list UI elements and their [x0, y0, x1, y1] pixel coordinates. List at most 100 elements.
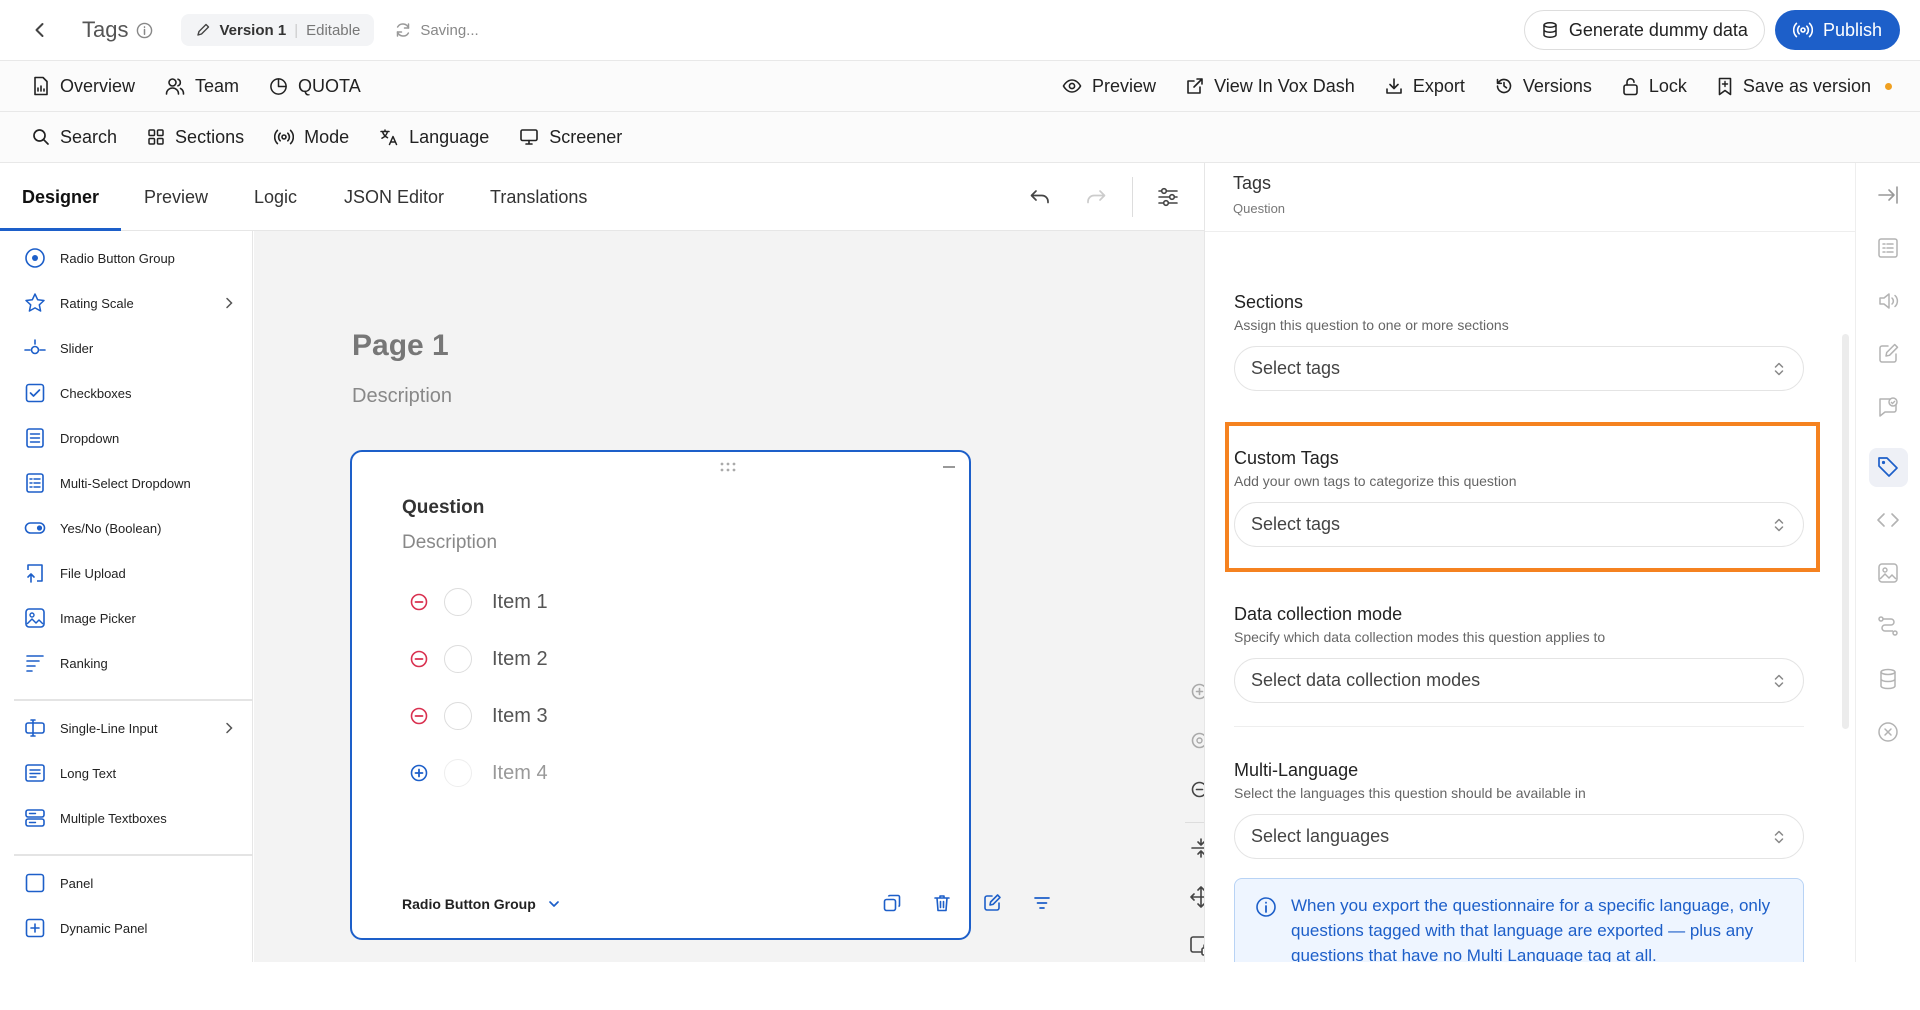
nav-quota[interactable]: QUOTA	[269, 76, 361, 97]
edit-note-icon[interactable]	[1876, 342, 1900, 366]
code-icon[interactable]	[1876, 508, 1900, 532]
question-description[interactable]: Description	[402, 532, 497, 554]
branch-icon[interactable]	[1876, 614, 1900, 638]
collapse-panel-icon[interactable]	[1876, 183, 1900, 207]
remove-item-icon[interactable]	[410, 707, 428, 725]
settings-sliders-icon[interactable]	[1156, 185, 1180, 209]
nav-overview-label: Overview	[60, 75, 136, 96]
toolbox-item-label: Long Text	[60, 765, 117, 781]
nav-quota-label: QUOTA	[298, 75, 361, 96]
tool-screener[interactable]: Screener	[519, 127, 622, 148]
text-cursor-icon	[24, 717, 46, 739]
page-description[interactable]: Description	[352, 385, 452, 408]
redo-icon[interactable]	[1084, 185, 1108, 209]
multi-language-select[interactable]: Select languages	[1234, 814, 1804, 859]
nav-save-as-version[interactable]: Save as version	[1717, 76, 1892, 97]
nav-export[interactable]: Export	[1385, 76, 1465, 97]
toolbox-item-single-line-input[interactable]: Single-Line Input	[24, 716, 234, 740]
choice-label[interactable]: Item 3	[492, 705, 548, 728]
collapse-icon[interactable]	[943, 466, 955, 468]
custom-tags-subtitle: Add your own tags to categorize this que…	[1234, 473, 1517, 489]
duplicate-icon[interactable]	[882, 893, 902, 913]
tool-language[interactable]: Language	[379, 127, 489, 148]
choice-label[interactable]: Item 1	[492, 591, 548, 614]
star-icon	[24, 292, 46, 314]
choice-label[interactable]: Item 2	[492, 648, 548, 671]
toolbox-item-multiple-textboxes[interactable]: Multiple Textboxes	[24, 806, 234, 830]
custom-tags-select[interactable]: Select tags	[1234, 502, 1804, 547]
tool-language-label: Language	[409, 126, 490, 147]
main-area: Designer Preview Logic JSON Editor Trans…	[0, 163, 1920, 983]
toolbox-item-dropdown[interactable]: Dropdown	[24, 426, 234, 450]
tab-preview[interactable]: Preview	[144, 163, 208, 231]
question-card[interactable]: Question Description Item 1 Item 2 Item …	[350, 450, 1050, 940]
custom-tags-placeholder: Select tags	[1251, 514, 1341, 534]
chevron-right-icon[interactable]	[224, 297, 234, 309]
toolbox-item-file-upload[interactable]: File Upload	[24, 561, 234, 585]
generate-dummy-data-button[interactable]: Generate dummy data	[1523, 10, 1765, 50]
add-choice-label[interactable]: Item 4	[492, 762, 548, 785]
nav-lock[interactable]: Lock	[1622, 76, 1687, 97]
toolbox-item-label: File Upload	[60, 565, 126, 581]
edit-icon[interactable]	[982, 893, 1002, 913]
radio-circle[interactable]	[444, 645, 472, 673]
toolbox-item-label: Checkboxes	[60, 385, 132, 401]
publish-button[interactable]: Publish	[1774, 10, 1900, 50]
data-collection-subtitle: Specify which data collection modes this…	[1234, 629, 1606, 645]
tab-json-editor[interactable]: JSON Editor	[344, 163, 444, 231]
undo-icon[interactable]	[1028, 185, 1052, 209]
remove-item-icon[interactable]	[410, 650, 428, 668]
radio-circle[interactable]	[444, 702, 472, 730]
toolbox-item-long-text[interactable]: Long Text	[24, 761, 234, 785]
tool-mode-label: Mode	[304, 126, 350, 147]
toolbox-item-checkboxes[interactable]: Checkboxes	[24, 381, 234, 405]
question-title[interactable]: Question	[402, 497, 484, 519]
tag-icon[interactable]	[1876, 455, 1900, 479]
version-pill[interactable]: Version 1 | Editable	[181, 14, 375, 46]
tab-designer[interactable]: Designer	[22, 163, 99, 231]
long-text-icon	[24, 762, 46, 784]
page-title[interactable]: Page 1	[352, 329, 449, 363]
nav-versions[interactable]: Versions	[1495, 76, 1592, 97]
chevron-right-icon[interactable]	[224, 722, 234, 734]
back-arrow-icon[interactable]	[22, 12, 58, 48]
image-settings-icon[interactable]	[1876, 561, 1900, 585]
toolbox-item-multi-select-dropdown[interactable]: Multi-Select Dropdown	[24, 471, 234, 495]
filter-icon[interactable]	[1032, 893, 1052, 913]
nav-view-in-vox-dash[interactable]: View In Vox Dash	[1186, 76, 1355, 97]
nav-preview[interactable]: Preview	[1062, 76, 1156, 97]
remove-item-icon[interactable]	[410, 593, 428, 611]
tab-logic[interactable]: Logic	[254, 163, 297, 231]
close-circle-icon[interactable]	[1876, 720, 1900, 744]
info-icon[interactable]	[136, 22, 153, 39]
question-type-selector[interactable]: Radio Button Group	[402, 896, 560, 912]
sections-title: Sections	[1234, 292, 1304, 312]
radio-circle[interactable]	[444, 588, 472, 616]
pencil-icon	[195, 22, 211, 38]
toolbox-item-image-picker[interactable]: Image Picker	[24, 606, 234, 630]
chevron-down-icon	[548, 899, 560, 909]
audio-icon[interactable]	[1876, 289, 1900, 313]
tab-translations[interactable]: Translations	[490, 163, 587, 231]
toolbox-item-panel[interactable]: Panel	[24, 871, 234, 895]
sections-select[interactable]: Select tags	[1234, 346, 1804, 391]
panel-scrollbar[interactable]	[1842, 334, 1849, 729]
tool-sections[interactable]: Sections	[147, 127, 244, 148]
data-collection-select[interactable]: Select data collection modes	[1234, 658, 1804, 703]
add-item-icon[interactable]	[410, 764, 428, 782]
toolbox-item-yes-no[interactable]: Yes/No (Boolean)	[24, 516, 234, 540]
tool-mode[interactable]: Mode	[274, 127, 349, 148]
toolbox-item-radio-button-group[interactable]: Radio Button Group	[24, 246, 234, 270]
nav-team[interactable]: Team	[165, 76, 239, 97]
drag-handle-icon[interactable]	[720, 462, 736, 472]
message-check-icon[interactable]	[1876, 395, 1900, 419]
properties-icon[interactable]	[1876, 236, 1900, 260]
toolbox-item-rating-scale[interactable]: Rating Scale	[24, 291, 234, 315]
toolbox-item-ranking[interactable]: Ranking	[24, 651, 234, 675]
delete-icon[interactable]	[932, 893, 952, 913]
nav-overview[interactable]: Overview	[32, 76, 135, 97]
tool-search[interactable]: Search	[32, 127, 117, 148]
toolbox-item-dynamic-panel[interactable]: Dynamic Panel	[24, 916, 234, 940]
toolbox-item-slider[interactable]: Slider	[24, 336, 234, 360]
database-icon[interactable]	[1876, 667, 1900, 691]
